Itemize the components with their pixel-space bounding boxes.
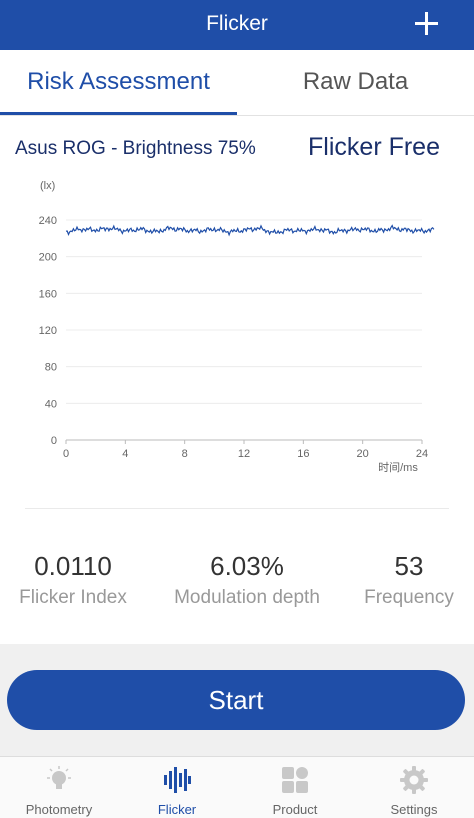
tabbar-item-photometry[interactable]: Photometry (0, 757, 118, 818)
flicker-verdict: Flicker Free (308, 133, 440, 161)
x-tick-label: 8 (182, 448, 188, 460)
tabbar-item-settings[interactable]: Settings (355, 757, 473, 818)
modulation-depth-value: 6.03% (210, 551, 284, 581)
plus-icon[interactable] (408, 6, 444, 42)
flicker-index-value: 0.0110 (34, 551, 112, 581)
y-tick-label: 240 (39, 215, 57, 227)
flicker-waveform-chart: 0 40 80 120 160 200 240 0 4 8 12 16 20 24 (lx) 时间/ms (39, 180, 435, 474)
waveform-icon (164, 767, 191, 793)
chart-grid (66, 219, 422, 441)
y-tick-label: 200 (39, 252, 57, 264)
x-tick-label: 12 (238, 448, 250, 460)
x-tick-label: 20 (357, 448, 369, 460)
gear-icon (400, 766, 428, 794)
x-tick-label: 16 (297, 448, 309, 460)
frequency-value: 53 (394, 551, 424, 581)
metric-modulation-depth: 6.03% Modulation depth (160, 550, 334, 609)
y-tick-label: 40 (45, 398, 57, 410)
device-name: Asus ROG - Brightness 75% (15, 138, 256, 159)
tabbar-label-photometry: Photometry (25, 802, 93, 817)
nav-title: Flicker (206, 12, 268, 35)
start-button[interactable]: Start (7, 670, 465, 730)
section-divider (25, 508, 449, 509)
grid-icon (282, 767, 308, 793)
tabbar-item-flicker[interactable]: Flicker (118, 757, 236, 818)
x-tick-label: 4 (122, 448, 128, 460)
x-tick-label: 0 (63, 448, 69, 460)
flicker-index-label: Flicker Index (19, 587, 127, 608)
y-tick-label: 80 (45, 362, 57, 374)
tabbar-label-settings: Settings (390, 802, 438, 817)
y-axis-label: (lx) (40, 180, 55, 192)
tabbar-label-product: Product (272, 802, 318, 817)
y-tick-label: 120 (39, 325, 57, 337)
segment-tabs: Risk Assessment Raw Data (0, 50, 474, 116)
lightbulb-icon (47, 766, 71, 789)
modulation-depth-label: Modulation depth (174, 587, 320, 608)
x-axis-label: 时间/ms (378, 461, 418, 474)
frequency-label: Frequency (364, 587, 454, 608)
active-tab-indicator (0, 112, 237, 115)
bottom-tabbar: Photometry Flicker Product Settings (0, 756, 474, 818)
tab-raw-data[interactable]: Raw Data (237, 50, 474, 116)
series-lines (65, 224, 435, 237)
y-tick-label: 0 (51, 435, 57, 447)
y-axis: 0 40 80 120 160 200 240 (39, 215, 57, 447)
x-axis: 0 4 8 12 16 20 24 (63, 440, 428, 460)
tabbar-label-flicker: Flicker (157, 802, 197, 817)
tab-risk-assessment[interactable]: Risk Assessment (0, 50, 237, 116)
y-tick-label: 160 (39, 288, 57, 300)
metric-flicker-index: 0.0110 Flicker Index (5, 550, 141, 609)
tabbar-item-product[interactable]: Product (236, 757, 354, 818)
x-tick-label: 24 (416, 448, 428, 460)
top-navbar: Flicker (0, 0, 474, 50)
series-line (65, 224, 435, 237)
metric-frequency: 53 Frequency (345, 550, 473, 609)
